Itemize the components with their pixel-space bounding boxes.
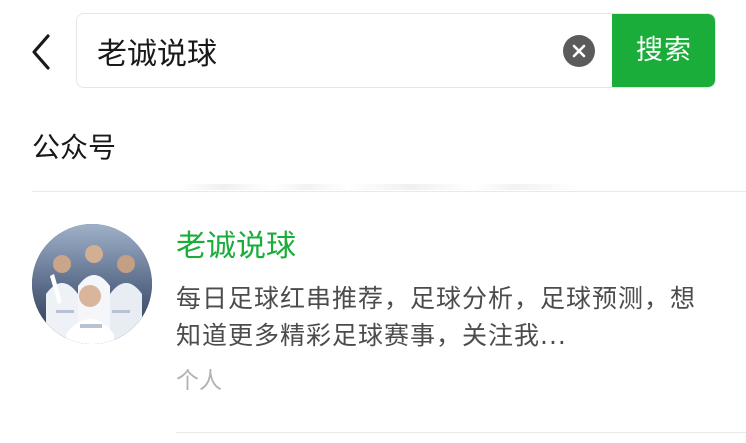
search-box: 搜索 [76, 13, 716, 88]
search-button[interactable]: 搜索 [612, 14, 715, 87]
result-type: 个人 [176, 368, 222, 394]
close-icon [572, 44, 586, 58]
result-description: 每日足球红串推荐，足球分析，足球预测，想知道更多精彩足球赛事，关注我... [176, 284, 697, 350]
top-bar: 搜索 [0, 0, 746, 100]
section-divider [32, 191, 746, 192]
clear-button[interactable] [563, 35, 595, 67]
result-divider [176, 432, 746, 433]
avatar [32, 224, 152, 344]
chevron-left-icon [32, 34, 50, 70]
football-players-avatar-icon [32, 224, 152, 344]
section-title: 公众号 [32, 131, 117, 164]
search-input[interactable] [97, 14, 537, 87]
result-name: 老诚说球 [176, 229, 296, 264]
back-button[interactable] [24, 30, 60, 74]
scroll-fade-artifact [180, 184, 600, 190]
result-item[interactable]: 老诚说球 每日足球红串推荐，足球分析，足球预测，想知道更多精彩足球赛事，关注我.… [0, 200, 746, 443]
